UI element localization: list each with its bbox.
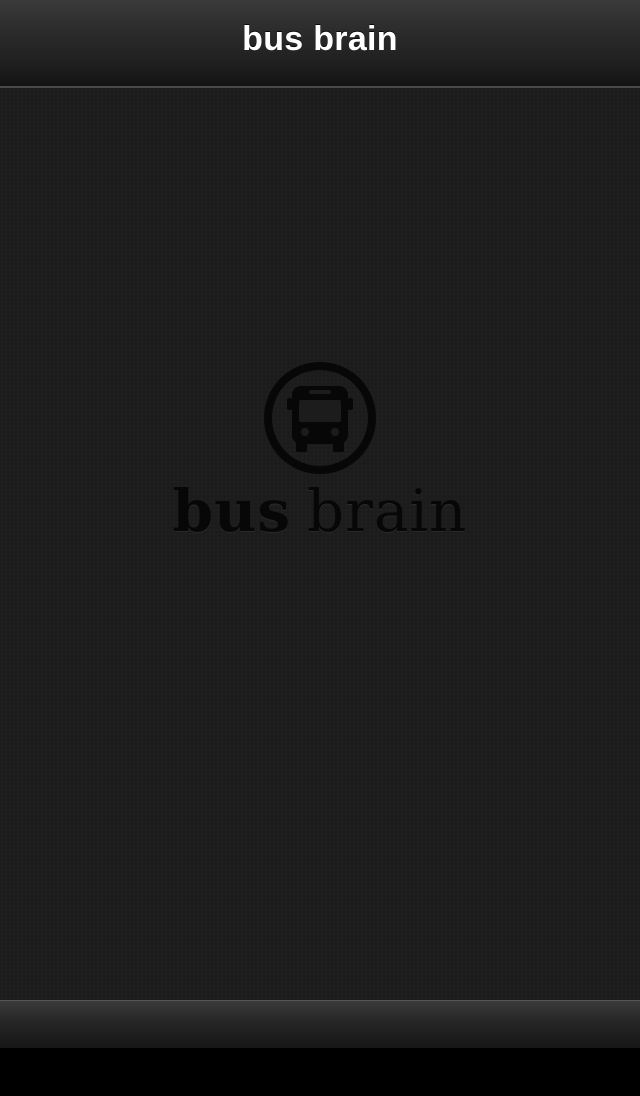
- logo-word-brain: brain: [307, 477, 468, 545]
- bus-icon: [264, 362, 376, 474]
- logo-word-bus: bus: [172, 477, 292, 545]
- bottom-toolbar: [0, 1000, 640, 1048]
- page-title: bus brain: [242, 19, 398, 58]
- bottom-strip: [0, 1048, 640, 1096]
- logo-wordmark: bus brain: [173, 482, 468, 540]
- app-screen: bus brain bus brain: [0, 0, 640, 1096]
- splash-content: bus brain: [0, 88, 640, 1000]
- navigation-bar: bus brain: [0, 0, 640, 88]
- app-logo: bus brain: [0, 360, 640, 540]
